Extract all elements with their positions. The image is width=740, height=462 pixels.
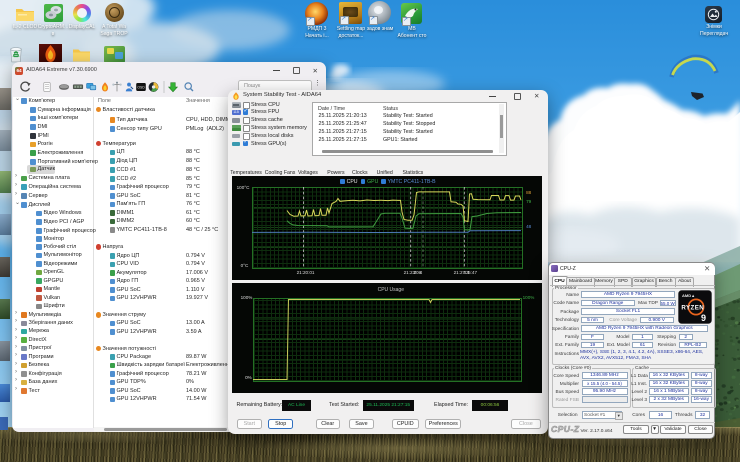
svg-text:RYZEN: RYZEN xyxy=(681,304,704,311)
svg-text:AMD▲: AMD▲ xyxy=(682,293,695,298)
svg-text:9: 9 xyxy=(701,313,706,323)
svg-text:OSD: OSD xyxy=(137,85,145,89)
